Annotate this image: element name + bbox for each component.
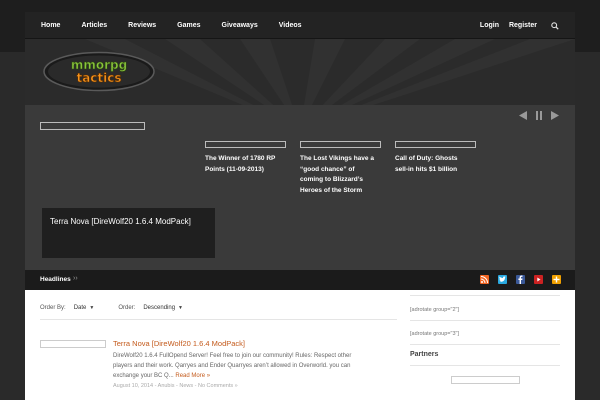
card-image-placeholder bbox=[395, 141, 476, 148]
headlines-bar: Headlines ›› bbox=[25, 270, 575, 290]
card-image-placeholder bbox=[205, 141, 286, 148]
headlines-arrow: ›› bbox=[73, 275, 78, 282]
divider bbox=[410, 344, 560, 345]
divider bbox=[410, 295, 560, 296]
search-icon[interactable] bbox=[551, 21, 559, 30]
order-by-select[interactable]: Date bbox=[74, 305, 87, 311]
divider bbox=[410, 320, 560, 321]
partner-banner-placeholder[interactable] bbox=[451, 376, 520, 384]
slider-card[interactable]: Call of Duty: Ghosts sell-in hits $1 bil… bbox=[395, 141, 476, 175]
post-meta: August 10, 2014 - Anubis - News - No Com… bbox=[113, 383, 238, 389]
ad-placeholder: [adrotate group="3"] bbox=[410, 331, 460, 337]
nav-reviews[interactable]: Reviews bbox=[128, 22, 156, 29]
nav-videos[interactable]: Videos bbox=[279, 22, 302, 29]
content-area: Order By: Date ▼ Order: Descending ▼ Ter… bbox=[25, 290, 575, 400]
feature-caption[interactable]: Terra Nova [DireWolf20 1.6.4 ModPack] bbox=[42, 208, 215, 258]
ad-placeholder: [adrotate group="2"] bbox=[410, 307, 460, 313]
nav-games[interactable]: Games bbox=[177, 22, 200, 29]
card-title[interactable]: Call of Duty: Ghosts sell-in hits $1 bil… bbox=[395, 154, 471, 175]
rss-icon[interactable] bbox=[480, 275, 489, 284]
nav-home[interactable]: Home bbox=[41, 22, 60, 29]
user-nav: Login Register bbox=[470, 12, 559, 39]
slider-card[interactable]: The Lost Vikings have a “good chance” of… bbox=[300, 141, 381, 196]
login-link[interactable]: Login bbox=[480, 22, 499, 29]
logo-text-tactics: tactics bbox=[76, 71, 121, 85]
nav-giveaways[interactable]: Giveaways bbox=[222, 22, 258, 29]
pause-icon[interactable] bbox=[535, 111, 543, 120]
partners-heading: Partners bbox=[410, 351, 439, 358]
read-more-link[interactable]: Read More » bbox=[175, 373, 210, 379]
slider-card[interactable]: The Winner of 1780 RP Points (11-09-2013… bbox=[205, 141, 286, 175]
main-nav: Home Articles Reviews Games Giveaways Vi… bbox=[41, 12, 323, 39]
site-logo[interactable]: mmorpg tactics bbox=[42, 51, 156, 92]
sort-controls: Order By: Date ▼ Order: Descending ▼ bbox=[40, 305, 183, 311]
post-excerpt-text: DireWolf20 1.6.4 FullOpend Server! Feel … bbox=[113, 353, 352, 379]
headlines-label: Headlines bbox=[40, 276, 71, 283]
featured-slider: The Winner of 1780 RP Points (11-09-2013… bbox=[25, 105, 575, 270]
slider-controls bbox=[519, 111, 559, 120]
post-excerpt: DireWolf20 1.6.4 FullOpend Server! Feel … bbox=[113, 351, 365, 381]
card-title[interactable]: The Winner of 1780 RP Points (11-09-2013… bbox=[205, 154, 281, 175]
card-image-placeholder bbox=[300, 141, 381, 148]
plus-icon[interactable] bbox=[552, 275, 561, 284]
post-title[interactable]: Terra Nova [DireWolf20 1.6.4 ModPack] bbox=[113, 339, 245, 348]
site-header: mmorpg tactics bbox=[25, 39, 575, 105]
twitter-icon[interactable] bbox=[498, 275, 507, 284]
feature-title[interactable]: Terra Nova [DireWolf20 1.6.4 ModPack] bbox=[50, 216, 207, 227]
facebook-icon[interactable] bbox=[516, 275, 525, 284]
chevron-down-icon[interactable]: ▼ bbox=[178, 305, 183, 311]
order-select[interactable]: Descending bbox=[143, 305, 175, 311]
post-thumbnail-placeholder[interactable] bbox=[40, 340, 106, 348]
order-label: Order: bbox=[118, 305, 136, 311]
register-link[interactable]: Register bbox=[509, 22, 537, 29]
nav-strip: Home Articles Reviews Games Giveaways Vi… bbox=[25, 12, 575, 39]
feature-image-placeholder bbox=[40, 122, 145, 130]
card-title[interactable]: The Lost Vikings have a “good chance” of… bbox=[300, 154, 376, 196]
social-icons bbox=[480, 275, 561, 284]
order-by-label: Order By: bbox=[40, 305, 66, 311]
prev-icon[interactable] bbox=[519, 111, 527, 120]
next-icon[interactable] bbox=[551, 111, 559, 120]
divider bbox=[410, 365, 560, 366]
nav-articles[interactable]: Articles bbox=[81, 22, 107, 29]
youtube-icon[interactable] bbox=[534, 275, 543, 284]
logo-text-mmorpg: mmorpg bbox=[71, 58, 127, 72]
divider bbox=[40, 319, 397, 320]
chevron-down-icon[interactable]: ▼ bbox=[89, 305, 94, 311]
